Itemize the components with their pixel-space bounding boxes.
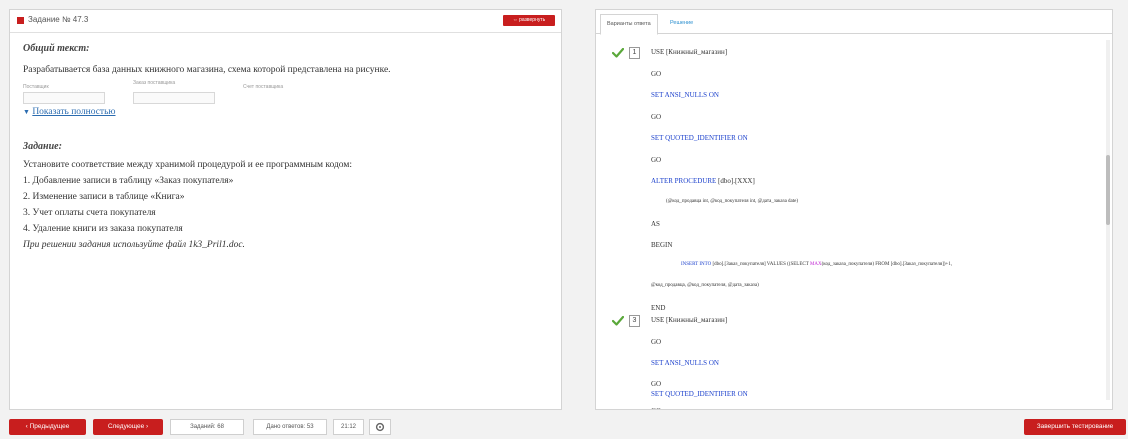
code-text: [dbo].[XXX]	[718, 177, 755, 185]
answer-number-box[interactable]: 3	[629, 315, 640, 327]
show-full-link[interactable]: ▼ Показать полностью	[23, 107, 116, 117]
code-line: USE [Книжный_магазин]	[651, 48, 728, 56]
code-line: GO	[651, 407, 661, 409]
task-item: 3. Учет оплаты счета покупателя	[23, 208, 156, 218]
check-icon	[612, 316, 624, 326]
diagram-table-supplier-order	[133, 92, 215, 104]
general-text-heading: Общий текст:	[23, 43, 90, 54]
code-line: USE [Книжный_магазин]	[651, 316, 728, 324]
task-heading: Задание:	[23, 141, 62, 152]
task-hint: При решении задания используйте файл 1k3…	[23, 240, 245, 250]
tasks-count: Заданий: 68	[170, 419, 244, 435]
previous-button[interactable]: ‹ Предыдущее	[9, 419, 86, 435]
next-button[interactable]: Следующее ›	[93, 419, 163, 435]
diagram-table-supplier	[23, 92, 105, 104]
answers-panel: Варианты ответа Решение 1 USE [Книжный_м…	[595, 9, 1113, 410]
show-full-label: Показать полностью	[32, 107, 116, 117]
task-marker-icon	[17, 17, 24, 24]
code-keyword: INSERT INTO	[681, 262, 712, 267]
task-header: Задание № 47.3 ⇔ развернуть	[10, 10, 561, 33]
tab-bar: Варианты ответа Решение	[596, 10, 1112, 35]
code-line: GO	[651, 338, 662, 346]
code-line: END	[651, 304, 666, 312]
settings-button[interactable]	[369, 419, 391, 435]
scrollbar-thumb[interactable]	[1106, 155, 1110, 225]
code-line: (@код_продавца int, @код_покупателя int,…	[666, 199, 799, 204]
code-line: GO	[651, 70, 662, 78]
code-line: GO	[651, 380, 662, 388]
code-text: (код_заказа_покупателя) FROM [dbo].[Зака…	[821, 262, 953, 267]
code-text: [dbo].[Заказ_покупателя] VALUES ((SELECT	[712, 262, 809, 267]
code-line: GO	[651, 113, 662, 121]
expand-button[interactable]: ⇔ развернуть	[503, 15, 555, 26]
task-instruction: Установите соответствие между хранимой п…	[23, 160, 353, 170]
code-function: MAX	[809, 262, 822, 267]
code-line: SET QUOTED_IDENTIFIER ON	[651, 134, 748, 142]
code-line: SET QUOTED_IDENTIFIER ON	[651, 390, 748, 398]
code-line: AS	[651, 220, 660, 228]
task-item: 4. Удаление книги из заказа покупателя	[23, 224, 183, 234]
code-line-alter: ALTER PROCEDURE [dbo].[XXX]	[651, 177, 755, 185]
tab-solution[interactable]: Решение	[664, 14, 699, 33]
code-line: SET ANSI_NULLS ON	[651, 359, 719, 367]
gear-icon	[375, 422, 385, 432]
diagram-label-supplier: Поставщик	[23, 84, 49, 90]
answers-count: Дано ответов: 53	[253, 419, 327, 435]
diagram-label-supplier-order: Заказ поставщика	[133, 80, 176, 86]
code-line-insert: INSERT INTO [dbo].[Заказ_покупателя] VAL…	[681, 262, 952, 267]
task-panel: Задание № 47.3 ⇔ развернуть Общий текст:…	[9, 9, 562, 410]
tab-answer-options[interactable]: Варианты ответа	[600, 14, 658, 35]
code-line: GO	[651, 156, 662, 164]
task-description: Разрабатывается база данных книжного маг…	[23, 65, 391, 75]
timer: 21:12	[333, 419, 364, 435]
task-number: Задание № 47.3	[28, 15, 89, 24]
task-item: 2. Изменение записи в таблице «Книга»	[23, 192, 185, 202]
code-line: @код_продавца, @код_покупателя, @дата_за…	[651, 283, 759, 288]
chevron-down-icon: ▼	[23, 108, 30, 116]
schema-diagram[interactable]: Поставщик Заказ поставщика Счет поставщи…	[23, 80, 323, 106]
task-item: 1. Добавление записи в таблицу «Заказ по…	[23, 176, 234, 186]
check-icon	[612, 48, 624, 58]
finish-test-button[interactable]: Завершить тестирование	[1024, 419, 1126, 435]
code-line: SET ANSI_NULLS ON	[651, 91, 719, 99]
code-line: BEGIN	[651, 241, 673, 249]
diagram-label-supplier-invoice: Счет поставщика	[243, 84, 284, 90]
code-keyword: ALTER PROCEDURE	[651, 177, 717, 185]
answer-number-box[interactable]: 1	[629, 47, 640, 59]
